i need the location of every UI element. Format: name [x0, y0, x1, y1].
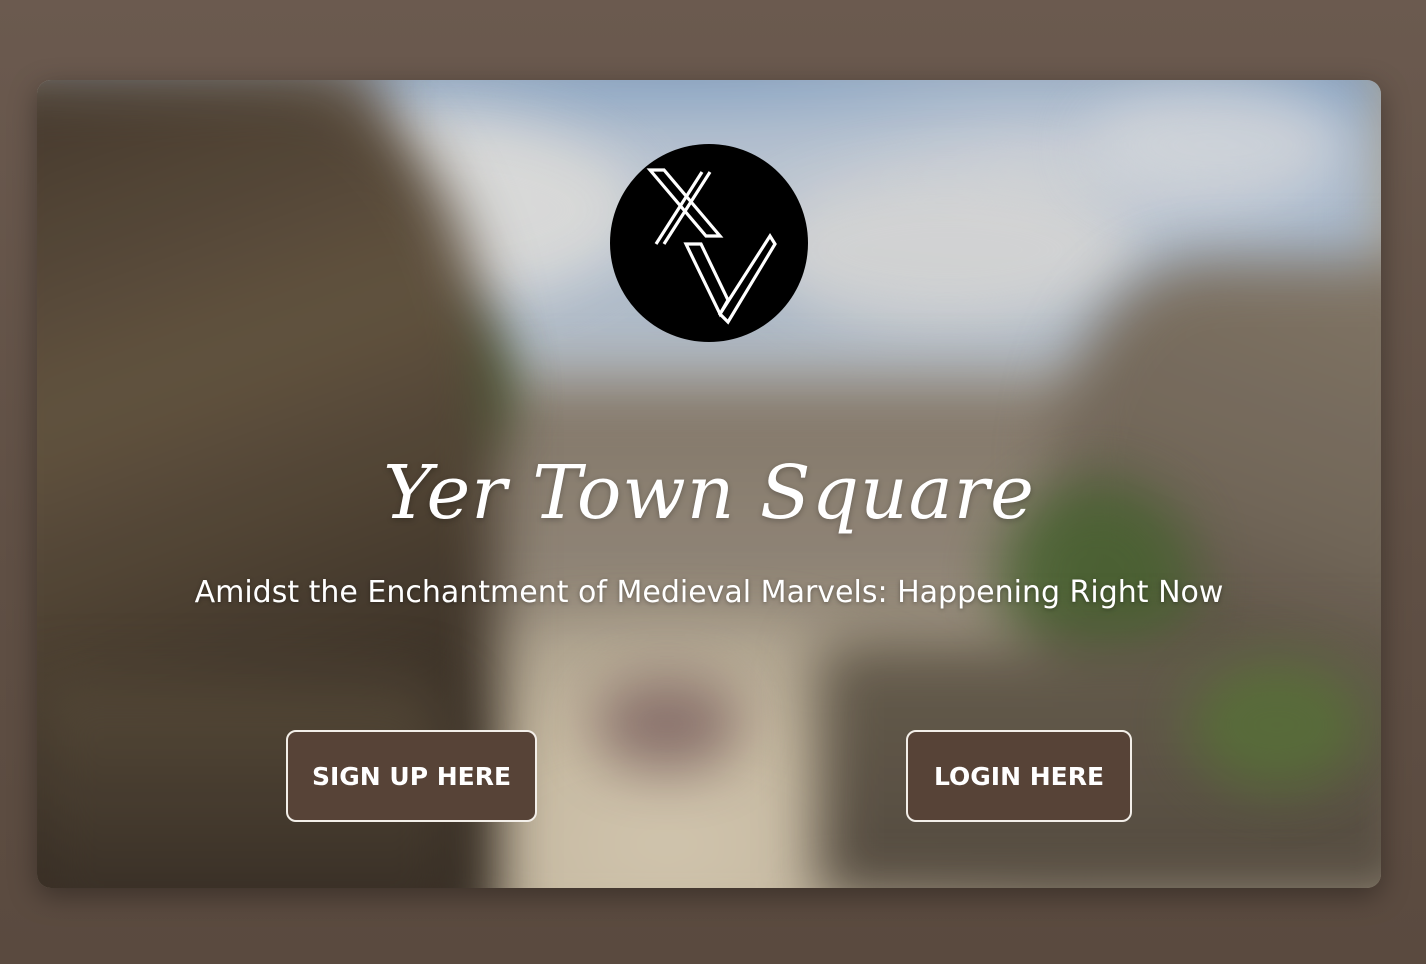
xv-logo: [610, 144, 808, 342]
sign-up-button[interactable]: SIGN UP HERE: [286, 730, 537, 822]
login-button-label: LOGIN HERE: [933, 761, 1105, 791]
login-button[interactable]: LOGIN HERE: [906, 730, 1132, 822]
tagline: Amidst the Enchantment of Medieval Marve…: [194, 575, 1224, 610]
app-title: Yer Town Square: [383, 450, 1035, 536]
xv-logo-icon: [646, 168, 777, 325]
hero-card: Yer Town Square Amidst the Enchantment o…: [37, 80, 1381, 888]
sign-up-button-label: SIGN UP HERE: [311, 761, 512, 791]
